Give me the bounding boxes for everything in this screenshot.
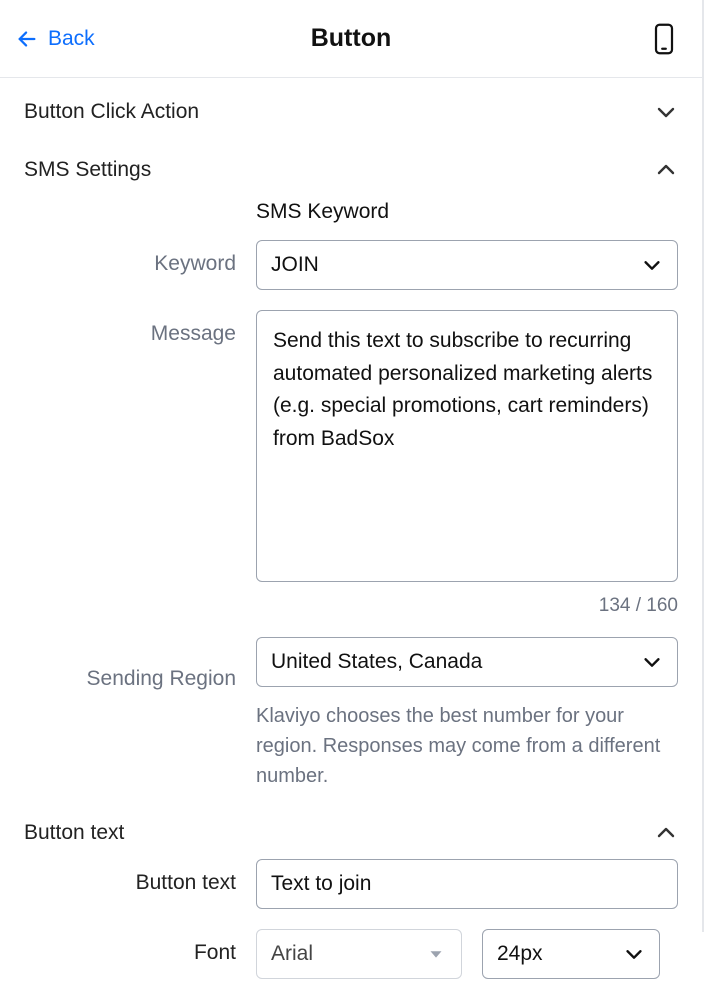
message-row: Message 134 / 160: [24, 310, 678, 617]
mobile-icon: [653, 23, 675, 55]
button-text-body: Button text Font Arial 24px: [0, 859, 702, 989]
section-toggle-sms-settings[interactable]: SMS Settings: [0, 146, 702, 200]
font-size-value: 24px: [497, 942, 543, 966]
font-label: Font: [24, 929, 236, 965]
region-select[interactable]: United States, Canada: [256, 637, 678, 687]
region-row: Sending Region United States, Canada Kla…: [24, 637, 678, 791]
font-family-value: Arial: [271, 942, 313, 966]
chevron-down-icon: [641, 651, 663, 673]
caret-down-icon: [425, 943, 447, 965]
sms-settings-body: SMS Keyword Keyword JOIN Message 134 / 1…: [0, 200, 702, 807]
keyword-select[interactable]: JOIN: [256, 240, 678, 290]
keyword-row: Keyword JOIN: [24, 240, 678, 290]
region-label: Sending Region: [24, 637, 236, 691]
chevron-up-icon: [654, 821, 678, 845]
page-title: Button: [0, 24, 702, 53]
message-textarea[interactable]: [256, 310, 678, 582]
region-value: United States, Canada: [271, 650, 482, 674]
section-title: Button Click Action: [24, 100, 199, 124]
panel-header: Back Button: [0, 0, 702, 78]
font-family-select[interactable]: Arial: [256, 929, 462, 979]
message-label: Message: [24, 310, 236, 346]
keyword-value: JOIN: [271, 253, 319, 277]
chevron-down-icon: [654, 100, 678, 124]
button-text-row: Button text: [24, 859, 678, 909]
section-toggle-button-text[interactable]: Button text: [0, 807, 702, 859]
chevron-down-icon: [641, 254, 663, 276]
back-label: Back: [48, 27, 95, 51]
font-row: Font Arial 24px: [24, 929, 678, 979]
chevron-down-icon: [623, 943, 645, 965]
keyword-label: Keyword: [24, 240, 236, 276]
button-text-input[interactable]: [256, 859, 678, 909]
chevron-up-icon: [654, 158, 678, 182]
section-title: SMS Settings: [24, 158, 151, 182]
section-title: Button text: [24, 821, 124, 845]
char-count: 134 / 160: [256, 595, 678, 617]
region-helper: Klaviyo chooses the best number for your…: [256, 701, 678, 791]
arrow-left-icon: [16, 28, 38, 50]
back-button[interactable]: Back: [16, 27, 95, 51]
section-toggle-click-action[interactable]: Button Click Action: [0, 78, 702, 146]
button-text-label: Button text: [24, 859, 236, 895]
sms-keyword-heading: SMS Keyword: [256, 200, 678, 224]
mobile-preview-button[interactable]: [650, 21, 678, 57]
font-size-select[interactable]: 24px: [482, 929, 660, 979]
